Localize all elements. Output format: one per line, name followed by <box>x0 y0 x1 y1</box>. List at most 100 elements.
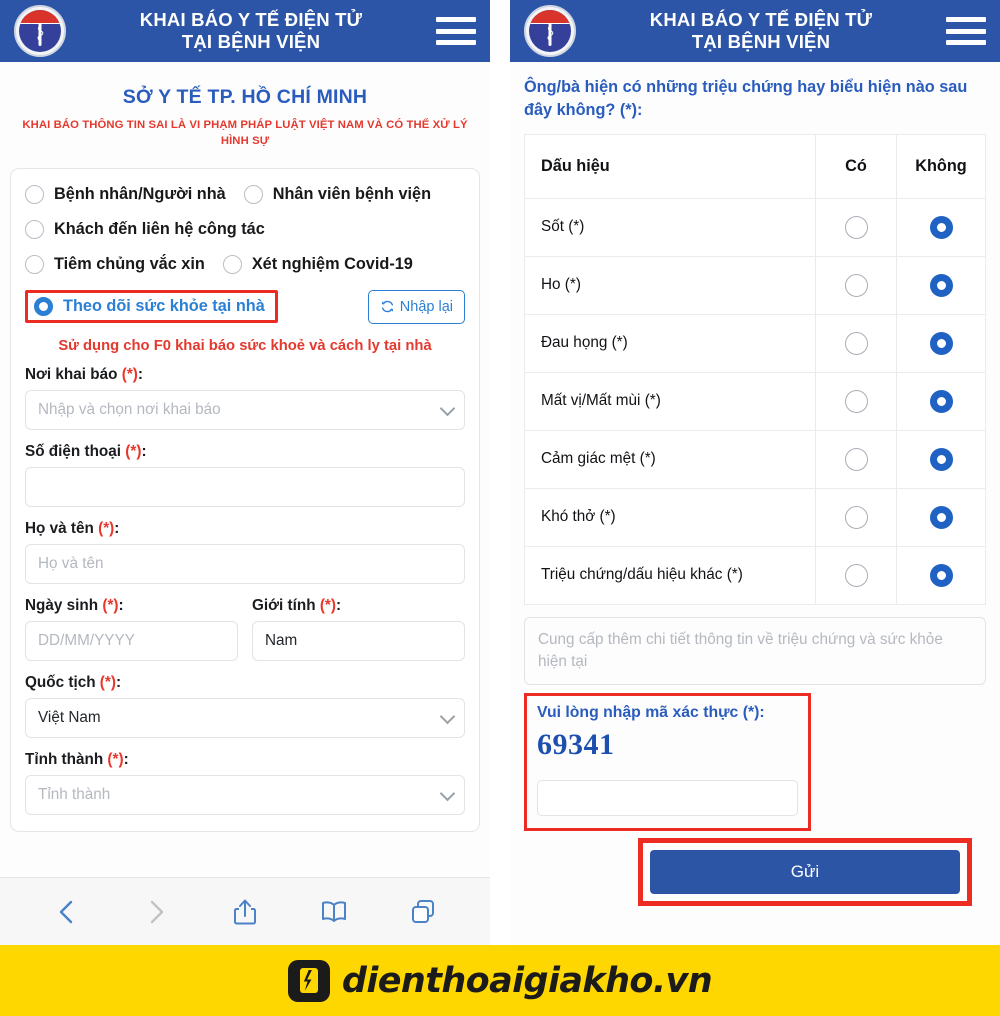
captcha-input[interactable] <box>537 780 798 817</box>
symptom-name: Sốt (*) <box>524 197 816 257</box>
share-icon[interactable] <box>223 890 267 934</box>
symptom-no-cell[interactable] <box>896 313 986 373</box>
reset-button[interactable]: Nhập lại <box>367 289 465 324</box>
required-marker: (*) <box>98 519 115 537</box>
app-header-left: KHAI BÁO Y TẾ ĐIỆN TỬ TẠI BỆNH VIỆN <box>0 0 490 62</box>
required-marker: (*) <box>319 596 336 614</box>
radio-label: Xét nghiệm Covid-19 <box>251 254 413 273</box>
radio-option-guest[interactable]: Khách đến liên hệ công tác <box>25 219 265 239</box>
dienthoaigiakho-logo-icon <box>287 959 330 1002</box>
date-of-birth-input[interactable]: DD/MM/YYYY <box>25 620 238 661</box>
refresh-icon <box>381 301 393 313</box>
radio-circle-icon <box>844 505 868 529</box>
symptom-no-cell[interactable] <box>896 255 986 315</box>
symptom-yes-cell[interactable] <box>815 371 897 431</box>
symptom-name: Đau họng (*) <box>524 313 816 373</box>
symptom-details-textarea[interactable]: Cung cấp thêm chi tiết thông tin về triệ… <box>524 616 986 685</box>
radio-option-covid-test[interactable]: Xét nghiệm Covid-19 <box>222 254 413 274</box>
page-title: SỞ Y TẾ TP. HỒ CHÍ MINH <box>122 86 368 108</box>
declaration-form-card: Bệnh nhân/Người nhà Nhân viên bệnh viện … <box>10 167 480 832</box>
dob-gender-row: Ngày sinh (*): DD/MM/YYYY Giới tính (*): <box>25 597 465 674</box>
watermark-footer: dienthoaigiakho.vn <box>0 945 1000 1016</box>
radio-circle-icon <box>25 219 44 239</box>
symptom-yes-cell[interactable] <box>815 197 897 257</box>
label-text: Ngày sinh <box>25 596 99 614</box>
nationality-select[interactable]: Việt Nam <box>25 697 465 738</box>
symptom-no-cell[interactable] <box>896 545 986 605</box>
hamburger-menu-icon[interactable] <box>436 14 476 48</box>
symptoms-question-text: Ông/bà hiện có những triệu chứng hay biể… <box>524 78 968 119</box>
radio-circle-selected-icon <box>34 297 53 317</box>
field-label-gender: Giới tính (*): <box>252 596 342 614</box>
radio-circle-selected-icon <box>929 215 953 239</box>
symptom-yes-cell[interactable] <box>815 545 897 605</box>
column-header-sign: Dấu hiệu <box>524 133 816 199</box>
selected-option-highlight: Theo dõi sức khỏe tại nhà <box>25 290 278 324</box>
radio-label: Khách đến liên hệ công tác <box>54 219 265 238</box>
symptom-no-cell[interactable] <box>896 197 986 257</box>
ministry-of-health-emblem-icon <box>14 5 66 57</box>
reset-button-label: Nhập lại <box>399 298 453 315</box>
radio-circle-icon <box>844 215 868 239</box>
radio-circle-selected-icon <box>929 563 953 587</box>
required-marker: (*) <box>99 673 116 691</box>
label-text: Giới tính <box>252 596 316 614</box>
label-text: Quốc tịch <box>25 673 96 691</box>
radio-circle-selected-icon <box>929 389 953 413</box>
left-content: SỞ Y TẾ TP. HỒ CHÍ MINH KHAI BÁO THÔNG T… <box>0 86 490 832</box>
place-of-declaration-select[interactable]: Nhập và chọn nơi khai báo <box>25 389 465 430</box>
back-icon[interactable] <box>45 890 89 934</box>
radio-group-row-4: Theo dõi sức khỏe tại nhà Nhập lại <box>25 289 465 324</box>
phone-number-input[interactable] <box>25 466 465 507</box>
radio-option-home-monitoring[interactable]: Theo dõi sức khỏe tại nhà <box>34 297 265 317</box>
fullname-input[interactable]: Họ và tên <box>25 543 465 584</box>
radio-circle-icon <box>844 447 868 471</box>
province-select[interactable]: Tỉnh thành <box>25 774 465 815</box>
hamburger-menu-icon[interactable] <box>946 14 986 48</box>
forward-icon <box>134 890 178 934</box>
symptom-name: Ho (*) <box>524 255 816 315</box>
brand-tld: .vn <box>652 960 713 1001</box>
tabs-icon[interactable] <box>401 890 445 934</box>
required-marker: (*) <box>102 596 119 614</box>
captcha-highlight-box: Vui lòng nhập mã xác thực (*): 69341 <box>524 692 811 832</box>
field-label-province: Tỉnh thành (*): <box>25 750 129 768</box>
captcha-code-image: 69341 <box>537 727 615 761</box>
symptom-name: Triệu chứng/dấu hiệu khác (*) <box>524 545 816 605</box>
app-title-line2: TẠI BỆNH VIỆN <box>691 31 831 52</box>
placeholder-text: Nhập và chọn nơi khai báo <box>38 400 221 418</box>
watermark-brand-text: dienthoaigiakho.vn <box>341 960 713 1001</box>
symptom-no-cell[interactable] <box>896 371 986 431</box>
field-label-place: Nơi khai báo (*): <box>25 365 143 383</box>
ministry-of-health-emblem-icon <box>524 5 576 57</box>
radio-label: Tiêm chủng vắc xin <box>54 254 205 273</box>
bookmarks-icon[interactable] <box>312 890 356 934</box>
radio-circle-selected-icon <box>929 505 953 529</box>
legal-warning-text: KHAI BÁO THÔNG TIN SAI LÀ VI PHẠM PHÁP L… <box>22 119 468 148</box>
label-text: Họ và tên <box>25 519 94 537</box>
brand-name: dienthoaigiakho <box>341 960 654 1001</box>
left-phone-screen: KHAI BÁO Y TẾ ĐIỆN TỬ TẠI BỆNH VIỆN SỞ Y… <box>0 0 490 945</box>
symptom-yes-cell[interactable] <box>815 487 897 547</box>
radio-label: Nhân viên bệnh viện <box>272 184 432 203</box>
input-value: Việt Nam <box>38 708 101 726</box>
radio-circle-icon <box>844 389 868 413</box>
symptom-yes-cell[interactable] <box>815 313 897 373</box>
gender-input[interactable]: Nam <box>252 620 465 661</box>
table-row: Cảm giác mệt (*) <box>524 429 986 489</box>
radio-circle-icon <box>25 254 44 274</box>
label-text: Số điện thoại <box>25 442 122 460</box>
table-row: Mất vị/Mất mùi (*) <box>524 371 986 431</box>
symptoms-table: Dấu hiệu Có Không Sốt (*) Ho (*) Đau họn… <box>524 133 986 605</box>
submit-highlight-box: Gửi <box>638 838 972 907</box>
symptom-no-cell[interactable] <box>896 487 986 547</box>
symptom-yes-cell[interactable] <box>815 255 897 315</box>
radio-option-patient[interactable]: Bệnh nhân/Người nhà <box>25 184 226 204</box>
field-label-nationality: Quốc tịch (*): <box>25 673 122 691</box>
symptom-no-cell[interactable] <box>896 429 986 489</box>
right-phone-screen: KHAI BÁO Y TẾ ĐIỆN TỬ TẠI BỆNH VIỆN Ông/… <box>510 0 1000 945</box>
radio-option-staff[interactable]: Nhân viên bệnh viện <box>243 184 432 204</box>
symptom-yes-cell[interactable] <box>815 429 897 489</box>
submit-button[interactable]: Gửi <box>650 850 960 895</box>
radio-option-vaccination[interactable]: Tiêm chủng vắc xin <box>25 254 205 274</box>
